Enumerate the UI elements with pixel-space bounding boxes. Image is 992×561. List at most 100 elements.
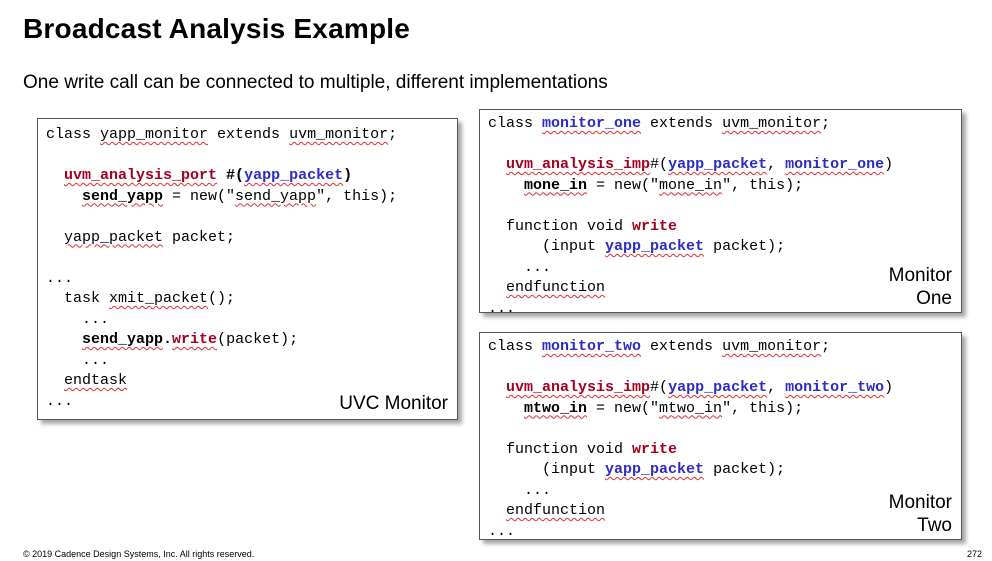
code-line: endfunction [488, 501, 893, 522]
uvc-monitor-label-line: UVC Monitor [339, 393, 448, 414]
code-token: (); [208, 290, 236, 307]
code-line: function void write [488, 217, 893, 238]
code-line: endfunction [488, 278, 893, 299]
code-line: class monitor_one extends uvm_monitor; [488, 114, 893, 135]
code-line: ... [46, 351, 397, 372]
code-token: (input [488, 461, 606, 478]
code-token: function void [488, 440, 633, 458]
code-token: uvm_analysis_imp [506, 156, 651, 173]
monitor-two-label-line: Two [917, 515, 952, 536]
code-line: mtwo_in = new("mtwo_in", this); [488, 399, 893, 420]
code-token: ; [388, 126, 398, 143]
code-token: yapp_packet [605, 238, 705, 255]
code-line: send_yapp = new("send_yapp", this); [46, 187, 397, 208]
code-token: class [46, 126, 101, 143]
code-token: uvm_monitor [722, 338, 822, 355]
slide-subtitle: One write call can be connected to multi… [23, 72, 608, 93]
code-token: task [46, 290, 110, 307]
code-token: ; [821, 115, 831, 132]
code-token: packet; [163, 228, 236, 246]
code-line: uvm_analysis_imp#(yapp_packet, monitor_o… [488, 155, 893, 176]
code-line: (input yapp_packet packet); [488, 237, 893, 258]
code-token: send_yapp [82, 331, 164, 348]
code-token: . [163, 331, 173, 348]
code-token: yapp_packet [605, 461, 705, 478]
page-number: 272 [966, 549, 982, 559]
code-token: ... [46, 351, 110, 369]
code-token: yapp_packet [668, 156, 768, 173]
code-token: class [488, 115, 543, 132]
code-token: ... [488, 522, 516, 540]
code-token: ... [46, 392, 74, 410]
monitor-one-label-line: Monitor [888, 265, 952, 286]
code-token: = new(" [163, 187, 236, 205]
code-token: , [767, 156, 786, 173]
code-token: send_yapp [235, 187, 317, 205]
code-line: (input yapp_packet packet); [488, 460, 893, 481]
uvc-monitor-label: UVC Monitor [339, 392, 448, 415]
code-token: write [632, 217, 678, 235]
code-line: endtask [46, 371, 397, 392]
code-line: yapp_packet packet; [46, 228, 397, 249]
code-token: monitor_one [785, 156, 885, 173]
code-token: monitor_two [542, 338, 642, 355]
code-token: extends [208, 126, 290, 143]
code-token: ) [884, 156, 894, 173]
code-token: yapp_packet [244, 167, 344, 184]
code-token: monitor_one [542, 115, 642, 132]
code-token: endfunction [506, 502, 606, 519]
code-token: ... [46, 310, 110, 328]
code-line: ... [46, 310, 397, 331]
code-line: send_yapp.write(packet); [46, 330, 397, 351]
code-token: #( [217, 167, 245, 184]
code-token: mone_in [659, 176, 723, 194]
code-token: ", this); [316, 187, 398, 205]
monitor-two-label: Monitor Two [889, 491, 952, 537]
monitor-one-label-line: One [916, 288, 952, 309]
code-token: xmit_packet [109, 290, 209, 307]
code-token: ... [488, 481, 552, 499]
code-token: class [488, 338, 543, 355]
monitor-one-code: class monitor_one extends uvm_monitor; u… [488, 114, 893, 319]
code-token: #( [650, 379, 669, 396]
code-line: ... [488, 481, 893, 502]
code-token: ... [488, 299, 516, 317]
code-token: ... [46, 269, 74, 287]
monitor-one-label: Monitor One [889, 264, 952, 310]
code-token: (packet); [217, 331, 299, 348]
code-line: uvm_analysis_port #(yapp_packet) [46, 166, 397, 187]
uvc-monitor-code: class yapp_monitor extends uvm_monitor; … [46, 125, 397, 412]
code-token: packet); [704, 461, 786, 478]
code-token: #( [650, 156, 669, 173]
code-token: ... [488, 258, 552, 276]
code-token: ; [821, 338, 831, 355]
code-token: ) [884, 379, 894, 396]
uvc-monitor-code-box: class yapp_monitor extends uvm_monitor; … [37, 118, 458, 420]
code-token: , [767, 379, 786, 396]
code-token: ", this); [722, 399, 804, 417]
monitor-one-code-box: class monitor_one extends uvm_monitor; u… [479, 109, 962, 317]
copyright-footer: © 2019 Cadence Design Systems, Inc. All … [23, 549, 255, 559]
code-line: ... [488, 258, 893, 279]
slide-title: Broadcast Analysis Example [23, 13, 411, 44]
monitor-two-code-box: class monitor_two extends uvm_monitor; u… [479, 332, 962, 540]
code-line: ... [488, 299, 893, 320]
code-token: monitor_two [785, 379, 885, 396]
